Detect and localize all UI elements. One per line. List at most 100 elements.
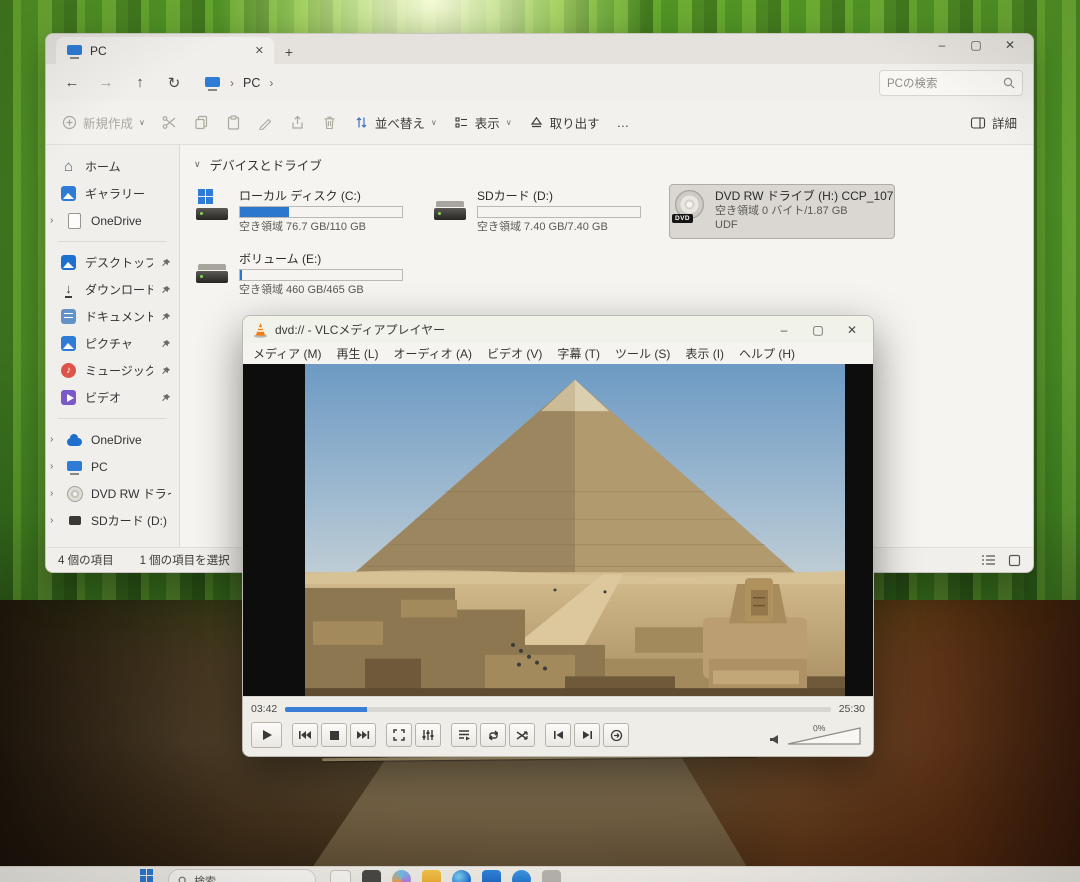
- search-input[interactable]: PCの検索: [879, 70, 1023, 96]
- previous-button[interactable]: [292, 723, 318, 747]
- sort-button[interactable]: 並べ替え ∨: [354, 113, 437, 132]
- drive-tile-volume-e[interactable]: ボリューム (E:) 空き領域 460 GB/465 GB: [194, 248, 418, 301]
- menu-video[interactable]: ビデオ (V): [487, 345, 542, 362]
- minimize-button[interactable]: –: [925, 38, 959, 52]
- chevron-right-icon[interactable]: ›: [50, 434, 58, 445]
- details-pane-icon: [970, 116, 986, 130]
- sidebar-item-downloads[interactable]: ↓ ダウンロード: [46, 276, 179, 303]
- section-devices-and-drives[interactable]: ∨ デバイスとドライブ: [194, 155, 1033, 174]
- chevron-right-icon[interactable]: ›: [50, 515, 58, 526]
- sidebar-item-sd-card[interactable]: › SDカード (D:): [46, 507, 179, 534]
- delete-button[interactable]: [322, 115, 337, 130]
- sidebar-item-pictures[interactable]: ピクチャ: [46, 330, 179, 357]
- sidebar-item-documents[interactable]: ドキュメント: [46, 303, 179, 330]
- chevron-right-icon[interactable]: ›: [50, 488, 58, 499]
- next-button[interactable]: [350, 723, 376, 747]
- breadcrumb[interactable]: › PC ›: [204, 74, 273, 91]
- document-icon: [66, 212, 83, 229]
- start-button[interactable]: [140, 869, 154, 882]
- home-icon: ⌂: [60, 158, 77, 175]
- view-button[interactable]: 表示 ∨: [454, 113, 512, 132]
- drive-tile-dvd-h[interactable]: DVD DVD RW ドライブ (H:) CCP_107 空き領域 0 バイト/…: [670, 185, 894, 238]
- close-button[interactable]: ✕: [993, 38, 1027, 52]
- forward-button[interactable]: →: [90, 74, 122, 91]
- plus-circle-icon: [62, 115, 77, 130]
- share-button[interactable]: [290, 115, 305, 130]
- play-button[interactable]: [251, 722, 282, 748]
- store-icon[interactable]: [482, 870, 501, 882]
- breadcrumb-pc[interactable]: PC: [243, 76, 260, 90]
- sidebar-item-desktop[interactable]: デスクトップ: [46, 249, 179, 276]
- eject-button[interactable]: 取り出す: [529, 113, 600, 132]
- sidebar-item-home[interactable]: ⌂ ホーム: [46, 153, 179, 180]
- total-time: 25:30: [839, 703, 865, 715]
- sidebar-item-onedrive[interactable]: › OneDrive: [46, 426, 179, 453]
- chevron-down-icon[interactable]: ∨: [194, 159, 201, 170]
- menu-help[interactable]: ヘルプ (H): [739, 345, 795, 362]
- shuffle-button[interactable]: [509, 723, 535, 747]
- next-chapter-button[interactable]: [574, 723, 600, 747]
- details-label: 詳細: [992, 113, 1017, 132]
- sidebar-item-pc[interactable]: › PC: [46, 453, 179, 480]
- maximize-button[interactable]: ▢: [959, 38, 993, 52]
- rename-button[interactable]: [258, 115, 273, 130]
- playlist-button[interactable]: [451, 723, 477, 747]
- more-button[interactable]: …: [617, 116, 630, 130]
- copilot-icon[interactable]: [392, 870, 411, 882]
- eject-icon: [529, 115, 544, 130]
- videos-icon: [60, 389, 77, 406]
- loop-button[interactable]: [480, 723, 506, 747]
- vlc-title-bar[interactable]: dvd:// - VLCメディアプレイヤー – ▢ ✕: [243, 316, 873, 343]
- details-button[interactable]: 詳細: [970, 113, 1017, 132]
- app-icon-pen[interactable]: [330, 870, 351, 882]
- fullscreen-button[interactable]: [386, 723, 412, 747]
- new-button[interactable]: 新規作成 ∨: [62, 113, 145, 132]
- task-view-icon[interactable]: [362, 870, 381, 882]
- speaker-icon[interactable]: [769, 734, 779, 745]
- close-button[interactable]: ✕: [835, 323, 869, 337]
- large-icons-view-icon[interactable]: [1008, 554, 1021, 567]
- taskbar-search[interactable]: 検索: [168, 869, 316, 882]
- dvd-menu-button[interactable]: [603, 723, 629, 747]
- explorer-tab-pc[interactable]: PC ✕: [56, 37, 274, 64]
- maximize-button[interactable]: ▢: [801, 323, 835, 337]
- trash-icon: [322, 115, 337, 130]
- extended-settings-button[interactable]: [415, 723, 441, 747]
- chevron-right-icon[interactable]: ›: [50, 461, 58, 472]
- menu-view[interactable]: 表示 (I): [685, 345, 724, 362]
- up-button[interactable]: ↑: [124, 74, 156, 91]
- list-view-icon[interactable]: [981, 554, 996, 566]
- sidebar-item-videos[interactable]: ビデオ: [46, 384, 179, 411]
- drive-tile-sd-card-d[interactable]: SDカード (D:) 空き領域 7.40 GB/7.40 GB: [432, 185, 656, 238]
- file-explorer-icon[interactable]: [422, 870, 441, 882]
- local-disk-icon: [196, 189, 230, 223]
- menu-playback[interactable]: 再生 (L): [336, 345, 378, 362]
- edge-icon[interactable]: [452, 870, 471, 882]
- tab-close-icon[interactable]: ✕: [255, 44, 264, 57]
- stop-button[interactable]: [321, 723, 347, 747]
- new-tab-button[interactable]: +: [274, 44, 304, 64]
- refresh-button[interactable]: ↻: [158, 74, 190, 92]
- outlook-icon[interactable]: [512, 870, 531, 882]
- sidebar-item-music[interactable]: ♪ ミュージック: [46, 357, 179, 384]
- previous-chapter-button[interactable]: [545, 723, 571, 747]
- menu-subtitle[interactable]: 字幕 (T): [557, 345, 600, 362]
- app-icon-gray[interactable]: [542, 870, 561, 882]
- back-button[interactable]: ←: [56, 74, 88, 91]
- minimize-button[interactable]: –: [767, 323, 801, 337]
- copy-button[interactable]: [194, 115, 209, 130]
- explorer-tab-bar[interactable]: PC ✕ + – ▢ ✕: [46, 34, 1033, 64]
- sidebar-item-gallery[interactable]: ギャラリー: [46, 180, 179, 207]
- seek-bar[interactable]: [285, 707, 830, 712]
- menu-media[interactable]: メディア (M): [253, 345, 321, 362]
- chevron-right-icon[interactable]: ›: [50, 215, 58, 226]
- sidebar-item-dvd-drive[interactable]: › DVD RW ドライブ: [46, 480, 179, 507]
- menu-audio[interactable]: オーディオ (A): [394, 345, 473, 362]
- paste-button[interactable]: [226, 115, 241, 130]
- video-area[interactable]: [243, 364, 873, 696]
- sidebar-item-onedrive-top[interactable]: › OneDrive: [46, 207, 179, 234]
- drive-tile-local-disk-c[interactable]: ローカル ディスク (C:) 空き領域 76.7 GB/110 GB: [194, 185, 418, 238]
- cut-button[interactable]: [162, 115, 177, 130]
- menu-tools[interactable]: ツール (S): [615, 345, 670, 362]
- volume-slider[interactable]: 0%: [787, 726, 861, 745]
